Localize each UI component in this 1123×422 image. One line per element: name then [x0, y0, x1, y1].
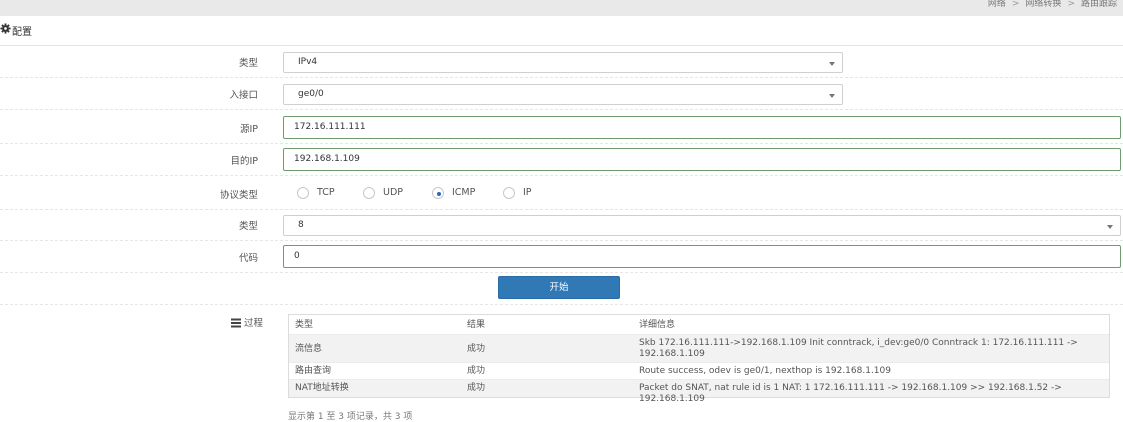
table-cell: Route success, odev is ge0/1, nexthop is… [639, 366, 891, 376]
table-cell: 成功 [467, 383, 486, 393]
code-input[interactable]: 0 [283, 245, 1121, 268]
icmp-type-label: 类型 [238, 221, 258, 232]
table-row: 路由查询 成功 Route success, odev is ge0/1, ne… [289, 363, 1109, 380]
radio-circle-selected [432, 187, 444, 199]
radio-label: IP [523, 187, 532, 198]
form-row-code: 代码 0 [0, 241, 1123, 273]
type-select-value: IPv4 [298, 57, 318, 67]
form-row-protocol: 协议类型 TCP UDP ICMP IP [0, 178, 1123, 210]
code-value: 0 [294, 251, 300, 261]
divider [0, 304, 1123, 305]
dst-ip-value: 192.168.1.109 [294, 154, 360, 164]
icmp-type-select[interactable]: 8 [283, 215, 1121, 236]
type-label: 类型 [238, 58, 258, 69]
list-icon [230, 318, 241, 328]
icmp-type-value: 8 [298, 220, 304, 230]
radio-circle [503, 187, 515, 199]
form-row-ingress: 入接口 ge0/0 [0, 78, 1123, 110]
table-cell: 路由查询 [295, 366, 332, 376]
dst-ip-label: 目的IP [230, 156, 258, 167]
radio-circle [363, 187, 375, 199]
table-row: 流信息 成功 Skb 172.16.111.111->192.168.1.109… [289, 335, 1109, 363]
breadcrumb: 网络 > 网络转换 > 路由跟踪 [987, 0, 1117, 9]
radio-label: UDP [383, 187, 403, 198]
form-row-type: 类型 IPv4 [0, 46, 1123, 78]
breadcrumb-item: 路由跟踪 [1080, 0, 1117, 9]
src-ip-input[interactable]: 172.16.111.111 [283, 116, 1121, 139]
table-cell: 流信息 [295, 344, 323, 354]
table-header-row: 类型 结果 详细信息 [289, 315, 1109, 335]
chevron-down-icon [1107, 225, 1113, 229]
form-row-icmp-type: 类型 8 [0, 209, 1123, 241]
table-cell: Packet do SNAT, nat rule id is 1 NAT: 1 … [639, 383, 1062, 404]
top-bar: 网络 > 网络转换 > 路由跟踪 [0, 0, 1123, 17]
process-table: 类型 结果 详细信息 流信息 成功 Skb 172.16.111.111->19… [288, 314, 1110, 404]
ingress-select[interactable]: ge0/0 [283, 84, 843, 105]
breadcrumb-item[interactable]: 网络 [988, 0, 1006, 9]
breadcrumb-item[interactable]: 网络转换 [1025, 0, 1061, 9]
process-label: 过程 [243, 318, 263, 329]
table-cell: Skb 172.16.111.111->192.168.1.109 Init c… [639, 338, 1078, 359]
table-header[interactable]: 类型 [295, 320, 460, 331]
process-label-wrap: 过程 [0, 315, 263, 329]
form-row-src-ip: 源IP 172.16.111.111 [0, 112, 1123, 144]
ingress-label: 入接口 [229, 90, 258, 101]
protocol-label: 协议类型 [219, 190, 258, 201]
table-row: NAT地址转换 成功 Packet do SNAT, nat rule id i… [289, 380, 1109, 404]
chevron-down-icon [829, 94, 835, 98]
table-info: 显示第 1 至 3 项记录，共 3 项 [288, 412, 413, 422]
table-cell: NAT地址转换 [295, 383, 349, 393]
ingress-select-value: ge0/0 [298, 89, 324, 99]
config-header: 配置 [0, 16, 1123, 46]
table-header[interactable]: 结果 [467, 320, 632, 331]
src-ip-value: 172.16.111.111 [294, 122, 366, 132]
table-cell: 成功 [467, 366, 486, 376]
code-label: 代码 [238, 253, 258, 264]
form-row-dst-ip: 目的IP 192.168.1.109 [0, 144, 1123, 176]
radio-label: ICMP [452, 187, 476, 198]
start-button[interactable]: 开始 [498, 276, 620, 299]
radio-label: TCP [317, 187, 335, 198]
section-title: 配置 [12, 27, 32, 38]
chevron-down-icon [829, 62, 835, 66]
radio-circle [297, 187, 309, 199]
table-header[interactable]: 详细信息 [639, 320, 1099, 331]
type-select[interactable]: IPv4 [283, 52, 843, 73]
gear-icon [0, 23, 11, 34]
src-ip-label: 源IP [239, 124, 258, 135]
dst-ip-input[interactable]: 192.168.1.109 [283, 148, 1121, 171]
table-cell: 成功 [467, 344, 486, 354]
